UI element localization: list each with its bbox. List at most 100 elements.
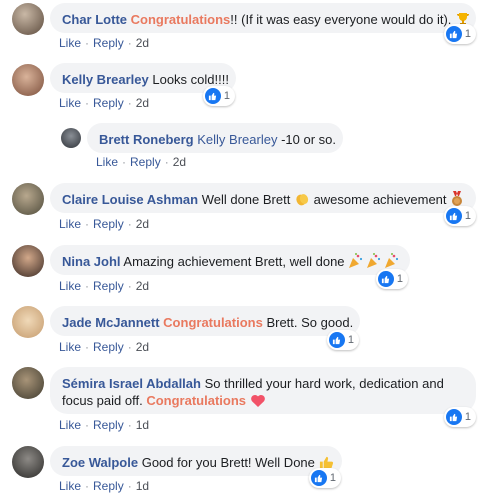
timestamp[interactable]: 2d bbox=[136, 217, 149, 231]
reaction-count-text: 1 bbox=[347, 334, 354, 346]
comment-text: Brett. So good. bbox=[262, 315, 354, 330]
reaction-count-text: 1 bbox=[223, 90, 230, 102]
reaction-count[interactable]: 1 bbox=[444, 407, 476, 427]
congratulations-text: Congratulations bbox=[163, 315, 263, 330]
comment-actions: Like · Reply · 2d bbox=[59, 217, 150, 231]
like-link[interactable]: Like bbox=[59, 279, 81, 293]
comment-text: Well done Brett bbox=[201, 192, 294, 207]
comment-bubble: Brett Roneberg Kelly Brearley -10 or so. bbox=[87, 123, 343, 153]
comment-author[interactable]: Claire Louise Ashman bbox=[62, 192, 198, 207]
comment-text: -10 or so. bbox=[277, 132, 336, 147]
reaction-count-text: 1 bbox=[464, 210, 471, 222]
congratulations-text: Congratulations bbox=[146, 393, 246, 408]
avatar[interactable] bbox=[12, 306, 44, 338]
timestamp[interactable]: 2d bbox=[173, 155, 186, 169]
heart-icon bbox=[250, 394, 265, 407]
like-link[interactable]: Like bbox=[96, 155, 118, 169]
reaction-count[interactable]: 1 bbox=[327, 330, 359, 350]
comment-text: !! (If it was easy everyone would do it)… bbox=[230, 12, 452, 27]
comment-bubble: Char Lotte Congratulations!! (If it was … bbox=[50, 3, 476, 33]
avatar[interactable] bbox=[12, 446, 44, 478]
reaction-count-text: 1 bbox=[396, 273, 403, 285]
like-badge-icon bbox=[205, 88, 221, 104]
clapping-hands-icon bbox=[296, 194, 309, 206]
comment-actions: Like · Reply · 2d bbox=[59, 96, 150, 110]
reaction-count[interactable]: 1 bbox=[376, 269, 408, 289]
comment-text: Amazing achievement Brett, well done bbox=[123, 254, 349, 269]
comment-author[interactable]: Char Lotte bbox=[62, 12, 127, 27]
comment: Claire Louise Ashman Well done Brett awe… bbox=[0, 180, 492, 236]
comment-author[interactable]: Kelly Brearley bbox=[62, 72, 149, 87]
like-link[interactable]: Like bbox=[59, 340, 81, 354]
comment-author[interactable]: Jade McJannett bbox=[62, 315, 160, 330]
like-badge-icon bbox=[446, 26, 462, 42]
like-link[interactable]: Like bbox=[59, 96, 81, 110]
reaction-count[interactable]: 1 bbox=[444, 24, 476, 44]
comment-text: So thrilled your hard work, dedication a… bbox=[204, 376, 444, 391]
timestamp[interactable]: 1d bbox=[136, 418, 149, 432]
comment-bubble: Jade McJannett Congratulations Brett. So… bbox=[50, 306, 360, 336]
comment-actions: Like · Reply · 2d bbox=[59, 36, 150, 50]
comment-text: Looks cold!!!! bbox=[152, 72, 229, 87]
comment-actions: Like · Reply · 1d bbox=[59, 418, 150, 432]
comment-bubble: Zoe Walpole Good for you Brett! Well Don… bbox=[50, 446, 342, 476]
reply-link[interactable]: Reply bbox=[93, 36, 124, 50]
comment-actions: Like · Reply · 2d bbox=[59, 340, 150, 354]
timestamp[interactable]: 2d bbox=[136, 96, 149, 110]
mention-link[interactable]: Kelly Brearley bbox=[197, 132, 277, 147]
like-badge-icon bbox=[446, 409, 462, 425]
reaction-count-text: 1 bbox=[464, 28, 471, 40]
avatar[interactable] bbox=[12, 245, 44, 277]
like-badge-icon bbox=[311, 470, 327, 486]
reply-link[interactable]: Reply bbox=[93, 279, 124, 293]
comment-actions: Like · Reply · 2d bbox=[59, 279, 150, 293]
reaction-count-text: 1 bbox=[464, 411, 471, 423]
like-badge-icon bbox=[378, 271, 394, 287]
comment-actions: Like · Reply · 1d bbox=[59, 479, 150, 493]
medal-icon bbox=[452, 191, 463, 206]
comment-author[interactable]: Zoe Walpole bbox=[62, 455, 138, 470]
reaction-count[interactable]: 1 bbox=[444, 206, 476, 226]
like-link[interactable]: Like bbox=[59, 418, 81, 432]
reaction-count[interactable]: 1 bbox=[309, 468, 341, 488]
timestamp[interactable]: 2d bbox=[136, 279, 149, 293]
comment: Char Lotte Congratulations!! (If it was … bbox=[0, 0, 492, 56]
comment: Jade McJannett Congratulations Brett. So… bbox=[0, 303, 492, 359]
comment-author[interactable]: Sémira Israel Abdallah bbox=[62, 376, 201, 391]
reaction-count-text: 1 bbox=[329, 472, 336, 484]
timestamp[interactable]: 2d bbox=[136, 36, 149, 50]
reply-link[interactable]: Reply bbox=[93, 96, 124, 110]
congratulations-text: Congratulations bbox=[130, 12, 231, 27]
timestamp[interactable]: 2d bbox=[136, 340, 149, 354]
reply-comment: Brett Roneberg Kelly Brearley -10 or so.… bbox=[0, 120, 492, 176]
comment: Nina Johl Amazing achievement Brett, wel… bbox=[0, 242, 492, 298]
like-badge-icon bbox=[446, 208, 462, 224]
like-badge-icon bbox=[329, 332, 345, 348]
comment: Kelly Brearley Looks cold!!!! 1 Like · Rep… bbox=[0, 60, 492, 116]
like-link[interactable]: Like bbox=[59, 36, 81, 50]
avatar[interactable] bbox=[12, 367, 44, 399]
reply-link[interactable]: Reply bbox=[130, 155, 161, 169]
avatar[interactable] bbox=[12, 64, 44, 96]
avatar[interactable] bbox=[12, 3, 44, 35]
avatar[interactable] bbox=[61, 128, 81, 148]
like-link[interactable]: Like bbox=[59, 217, 81, 231]
comment: Zoe Walpole Good for you Brett! Well Don… bbox=[0, 443, 492, 503]
comment-bubble: Sémira Israel Abdallah So thrilled your … bbox=[50, 367, 476, 414]
comment: Sémira Israel Abdallah So thrilled your … bbox=[0, 364, 492, 438]
comment-text-2: awesome achievement bbox=[309, 192, 451, 207]
comment-text: Good for you Brett! Well Done bbox=[141, 455, 319, 470]
reply-link[interactable]: Reply bbox=[93, 418, 124, 432]
reaction-count[interactable]: 1 bbox=[203, 86, 235, 106]
comment-text-2: focus paid off. bbox=[62, 393, 147, 408]
avatar[interactable] bbox=[12, 183, 44, 215]
reply-link[interactable]: Reply bbox=[93, 479, 124, 493]
timestamp[interactable]: 1d bbox=[136, 479, 149, 493]
comment-author[interactable]: Brett Roneberg bbox=[99, 132, 194, 147]
comment-author[interactable]: Nina Johl bbox=[62, 254, 121, 269]
comment-bubble: Nina Johl Amazing achievement Brett, wel… bbox=[50, 245, 410, 275]
reply-link[interactable]: Reply bbox=[93, 217, 124, 231]
reply-link[interactable]: Reply bbox=[93, 340, 124, 354]
like-link[interactable]: Like bbox=[59, 479, 81, 493]
comment-bubble: Claire Louise Ashman Well done Brett awe… bbox=[50, 183, 476, 213]
